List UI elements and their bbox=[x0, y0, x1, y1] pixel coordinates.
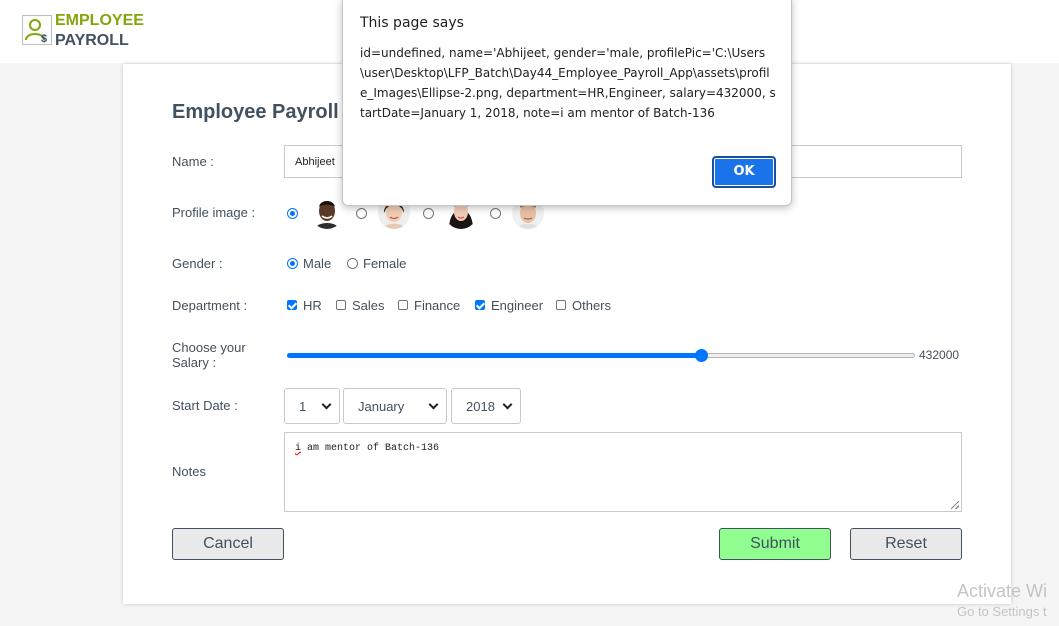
dept-engineer-checkbox[interactable] bbox=[475, 300, 485, 310]
notes-textarea[interactable]: i am mentor of Batch-136 bbox=[284, 432, 962, 512]
start-day-select[interactable]: 1 bbox=[284, 388, 340, 424]
logo-line-1: EMPLOYEE bbox=[55, 12, 144, 29]
dept-finance-checkbox[interactable] bbox=[398, 300, 408, 310]
logo-line-2: PAYROLL bbox=[55, 32, 129, 49]
resize-grip-icon[interactable] bbox=[951, 501, 959, 509]
form-title: Employee Payroll Fo bbox=[172, 101, 369, 123]
person-dollar-icon: $ bbox=[22, 15, 52, 45]
chevron-down-icon bbox=[502, 399, 513, 410]
activation-watermark: Activate Wi Go to Settings t bbox=[957, 580, 1047, 622]
salary-label: Choose your Salary : bbox=[172, 340, 246, 370]
profile-radio-4[interactable] bbox=[490, 208, 501, 219]
gender-male-radio[interactable] bbox=[287, 258, 298, 269]
dept-finance-label[interactable]: Finance bbox=[414, 298, 460, 313]
cancel-button[interactable]: Cancel bbox=[172, 528, 284, 560]
profile-radio-1[interactable] bbox=[287, 208, 298, 219]
start-year-value: 2018 bbox=[466, 399, 495, 414]
watermark-line-1: Activate Wi bbox=[957, 581, 1048, 601]
start-date-label: Start Date : bbox=[172, 398, 238, 413]
gender-female-radio[interactable] bbox=[347, 258, 358, 269]
chevron-down-icon bbox=[321, 399, 332, 410]
dept-others-checkbox[interactable] bbox=[556, 300, 566, 310]
ok-button[interactable]: OK bbox=[712, 156, 776, 188]
salary-slider-fill bbox=[287, 353, 701, 358]
profile-radio-2[interactable] bbox=[356, 208, 367, 219]
alert-dialog: This page says id=undefined, name='Abhij… bbox=[342, 0, 792, 206]
logo-text: EMPLOYEE PAYROLL bbox=[55, 11, 144, 51]
reset-button[interactable]: Reset bbox=[850, 528, 962, 560]
gender-label: Gender : bbox=[172, 256, 223, 271]
dept-sales-checkbox[interactable] bbox=[336, 300, 346, 310]
gender-female-label[interactable]: Female bbox=[363, 256, 406, 271]
start-day-value: 1 bbox=[299, 399, 307, 414]
start-month-select[interactable]: January bbox=[343, 388, 447, 424]
dept-sales-label[interactable]: Sales bbox=[352, 298, 385, 313]
notes-label: Notes bbox=[172, 464, 206, 479]
notes-text: am mentor of Batch-136 bbox=[301, 443, 440, 454]
profile-image-label: Profile image : bbox=[172, 205, 256, 220]
department-label: Department : bbox=[172, 298, 248, 313]
salary-output: 432000 bbox=[919, 348, 960, 362]
dept-others-label[interactable]: Others bbox=[572, 298, 611, 313]
name-input-value: Abhijeet bbox=[295, 156, 335, 168]
start-month-value: January bbox=[358, 399, 405, 414]
start-year-select[interactable]: 2018 bbox=[451, 388, 521, 424]
name-label: Name : bbox=[172, 154, 214, 169]
gender-male-label[interactable]: Male bbox=[303, 256, 331, 271]
profile-radio-3[interactable] bbox=[423, 208, 434, 219]
dialog-message: id=undefined, name='Abhijeet, gender='ma… bbox=[360, 46, 776, 120]
salary-slider-thumb[interactable] bbox=[695, 349, 708, 362]
dept-hr-label[interactable]: HR bbox=[303, 298, 322, 313]
avatar-man-1-icon[interactable] bbox=[311, 197, 343, 229]
dialog-title: This page says bbox=[360, 15, 464, 31]
chevron-down-icon bbox=[428, 399, 439, 410]
dept-engineer-label[interactable]: Engineer bbox=[491, 298, 543, 313]
dept-hr-checkbox[interactable] bbox=[287, 300, 297, 310]
svg-text:$: $ bbox=[41, 33, 47, 44]
submit-button[interactable]: Submit bbox=[719, 528, 831, 560]
watermark-line-2: Go to Settings t bbox=[957, 604, 1047, 619]
